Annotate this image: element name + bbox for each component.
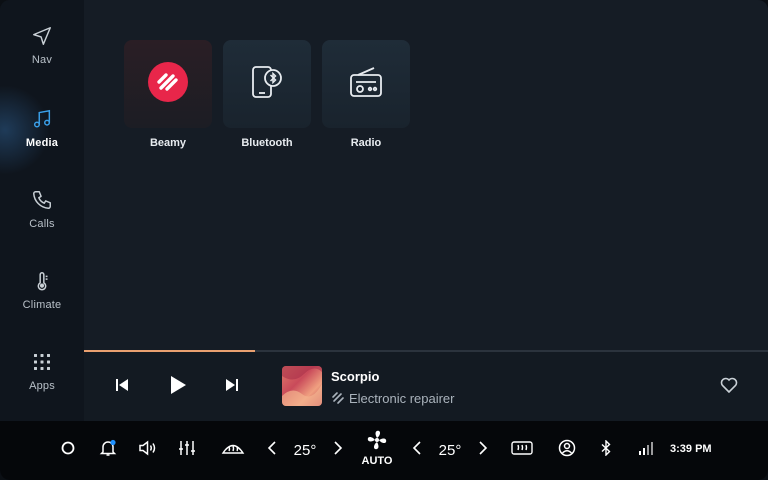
sidebar-item-calls[interactable]: Calls (0, 174, 84, 244)
rear-defrost-button[interactable] (509, 439, 535, 461)
source-tile-radio[interactable] (322, 40, 410, 128)
previous-track-button[interactable] (109, 374, 135, 400)
sidebar-item-label: Apps (29, 380, 55, 392)
chevron-left-icon (267, 440, 277, 460)
source-tile-bluetooth[interactable] (223, 40, 311, 128)
media-sources-panel: Beamy Bluetooth Radio (84, 0, 768, 350)
rear-window-defrost-icon (510, 440, 534, 461)
beamy-source-icon (331, 391, 345, 405)
favorite-button[interactable] (716, 374, 742, 400)
bell-icon (99, 439, 117, 462)
sidebar-item-climate[interactable]: Climate (0, 255, 84, 325)
equalizer-button[interactable] (176, 439, 198, 461)
phone-icon (30, 188, 54, 212)
beamy-logo-icon (148, 61, 188, 107)
sidebar-item-media[interactable]: Media (0, 93, 84, 163)
left-temperature: 25° (293, 441, 317, 459)
fan-button[interactable] (365, 429, 389, 456)
home-button[interactable] (57, 439, 79, 461)
clock: 3:39 PM (670, 443, 712, 455)
track-title: Scorpio (331, 369, 380, 384)
left-temp-down-button[interactable] (264, 439, 280, 461)
front-defrost-button[interactable] (220, 439, 246, 461)
skip-previous-icon (115, 378, 129, 397)
volume-button[interactable] (136, 439, 160, 461)
infotainment-screen: Nav Media Calls Climate Apps Beamy Bluet… (0, 0, 768, 480)
right-temp-up-button[interactable] (475, 439, 491, 461)
speaker-volume-icon (138, 439, 158, 461)
right-temp-down-button[interactable] (409, 439, 425, 461)
bluetooth-icon (601, 438, 611, 461)
sidebar-item-label: Calls (29, 218, 55, 230)
cellular-signal-icon (638, 441, 654, 460)
equalizer-sliders-icon (178, 439, 196, 462)
thermometer-icon (30, 269, 54, 293)
sidebar-item-nav[interactable]: Nav (0, 10, 84, 80)
play-button[interactable] (165, 374, 191, 400)
skip-next-icon (225, 378, 239, 397)
chevron-right-icon (333, 440, 343, 460)
phone-bluetooth-icon (247, 62, 287, 107)
next-track-button[interactable] (219, 374, 245, 400)
sidebar: Nav Media Calls Climate Apps (0, 0, 84, 421)
source-label-beamy: Beamy (149, 137, 187, 149)
sidebar-item-label: Media (25, 137, 59, 149)
notifications-button[interactable] (97, 439, 119, 461)
album-art[interactable] (282, 366, 322, 406)
source-label-bluetooth: Bluetooth (241, 137, 293, 149)
source-label-radio: Radio (350, 137, 382, 149)
track-artist: Electronic repairer (349, 391, 455, 406)
grid-icon (30, 350, 54, 374)
source-tile-beamy[interactable] (124, 40, 212, 128)
home-circle-icon (61, 441, 75, 460)
music-note-icon (30, 107, 54, 131)
chevron-left-icon (412, 440, 422, 460)
bluetooth-status[interactable] (598, 438, 614, 461)
fan-mode-label: AUTO (361, 455, 393, 467)
heart-icon (720, 377, 738, 398)
left-temp-up-button[interactable] (330, 439, 346, 461)
system-bar: 25° 25° (0, 421, 768, 480)
sidebar-item-label: Nav (31, 54, 53, 66)
navigation-arrow-icon (30, 24, 54, 48)
profile-button[interactable] (556, 439, 578, 461)
sidebar-item-apps[interactable]: Apps (0, 336, 84, 406)
right-temperature: 25° (438, 441, 462, 459)
play-icon (169, 375, 187, 400)
radio-icon (346, 62, 386, 107)
user-profile-icon (558, 439, 576, 462)
signal-status (637, 439, 655, 461)
windshield-defrost-icon (221, 440, 245, 461)
sidebar-item-label: Climate (22, 299, 62, 311)
now-playing-bar: Scorpio Electronic repairer (84, 352, 768, 421)
chevron-right-icon (478, 440, 488, 460)
fan-icon (366, 429, 388, 456)
